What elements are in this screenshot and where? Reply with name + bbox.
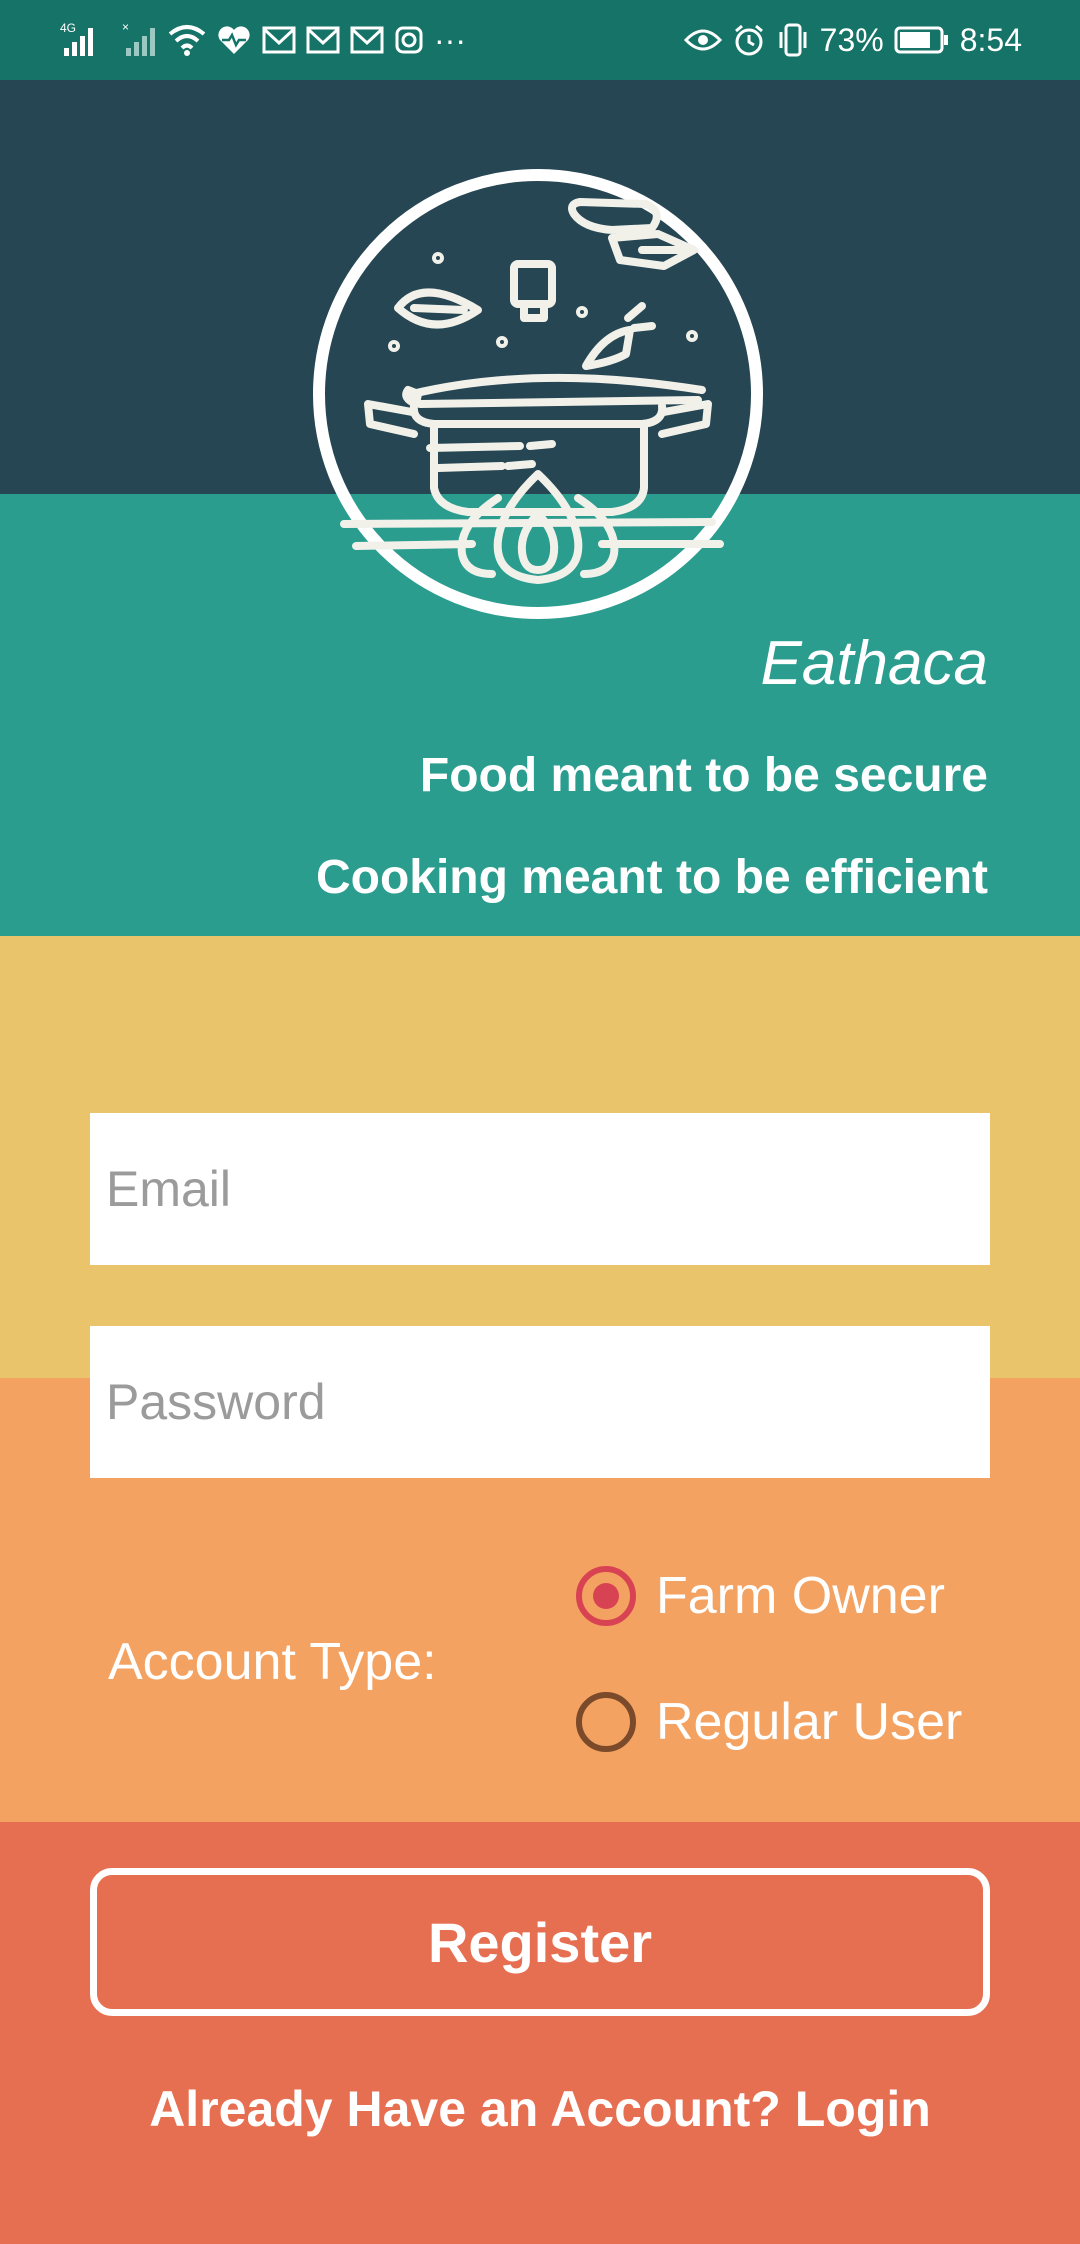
radio-option-regular-user[interactable]: Regular User: [576, 1692, 962, 1752]
account-type-label: Account Type:: [108, 1633, 437, 1691]
login-link[interactable]: Already Have an Account? Login: [0, 2080, 1080, 2138]
wifi-icon: [168, 22, 206, 58]
radio-label-farm-owner: Farm Owner: [656, 1567, 945, 1625]
battery-percent: 73%: [819, 21, 884, 58]
health-heart-icon: [216, 24, 252, 56]
tagline-food: Food meant to be secure: [419, 749, 988, 802]
clock-time: 8:54: [959, 21, 1022, 58]
radio-label-regular-user: Regular User: [656, 1693, 963, 1751]
status-bar-right: 73% 8:54: [683, 18, 1022, 62]
app-logo: [312, 168, 764, 620]
register-button[interactable]: Register: [90, 1868, 990, 2016]
svg-text:×: ×: [122, 20, 129, 34]
alarm-icon: [732, 23, 766, 57]
eye-icon: [683, 26, 722, 54]
password-input[interactable]: [90, 1326, 990, 1478]
app-name: Eathaca: [760, 629, 988, 698]
radio-option-farm-owner[interactable]: Farm Owner: [576, 1566, 945, 1626]
instagram-icon: [394, 25, 424, 55]
more-notifications-icon: ···: [434, 21, 466, 58]
radio-selected-icon[interactable]: [576, 1566, 636, 1626]
svg-text:4G: 4G: [60, 21, 76, 35]
battery-icon: [894, 25, 950, 55]
email-input[interactable]: [90, 1113, 990, 1265]
signal-no-sim-icon: ×: [122, 20, 158, 60]
status-bar: 4G × ··· 73% 8:54: [0, 0, 1080, 80]
radio-unselected-icon[interactable]: [576, 1692, 636, 1752]
vibrate-icon: [776, 22, 810, 58]
gmail-icon: [306, 25, 340, 55]
status-bar-left: 4G × ···: [60, 18, 466, 62]
tagline-cooking: Cooking meant to be efficient: [315, 851, 988, 904]
signal-4g-icon: 4G: [60, 20, 112, 60]
gmail-icon: [262, 25, 296, 55]
gmail-icon: [350, 25, 384, 55]
